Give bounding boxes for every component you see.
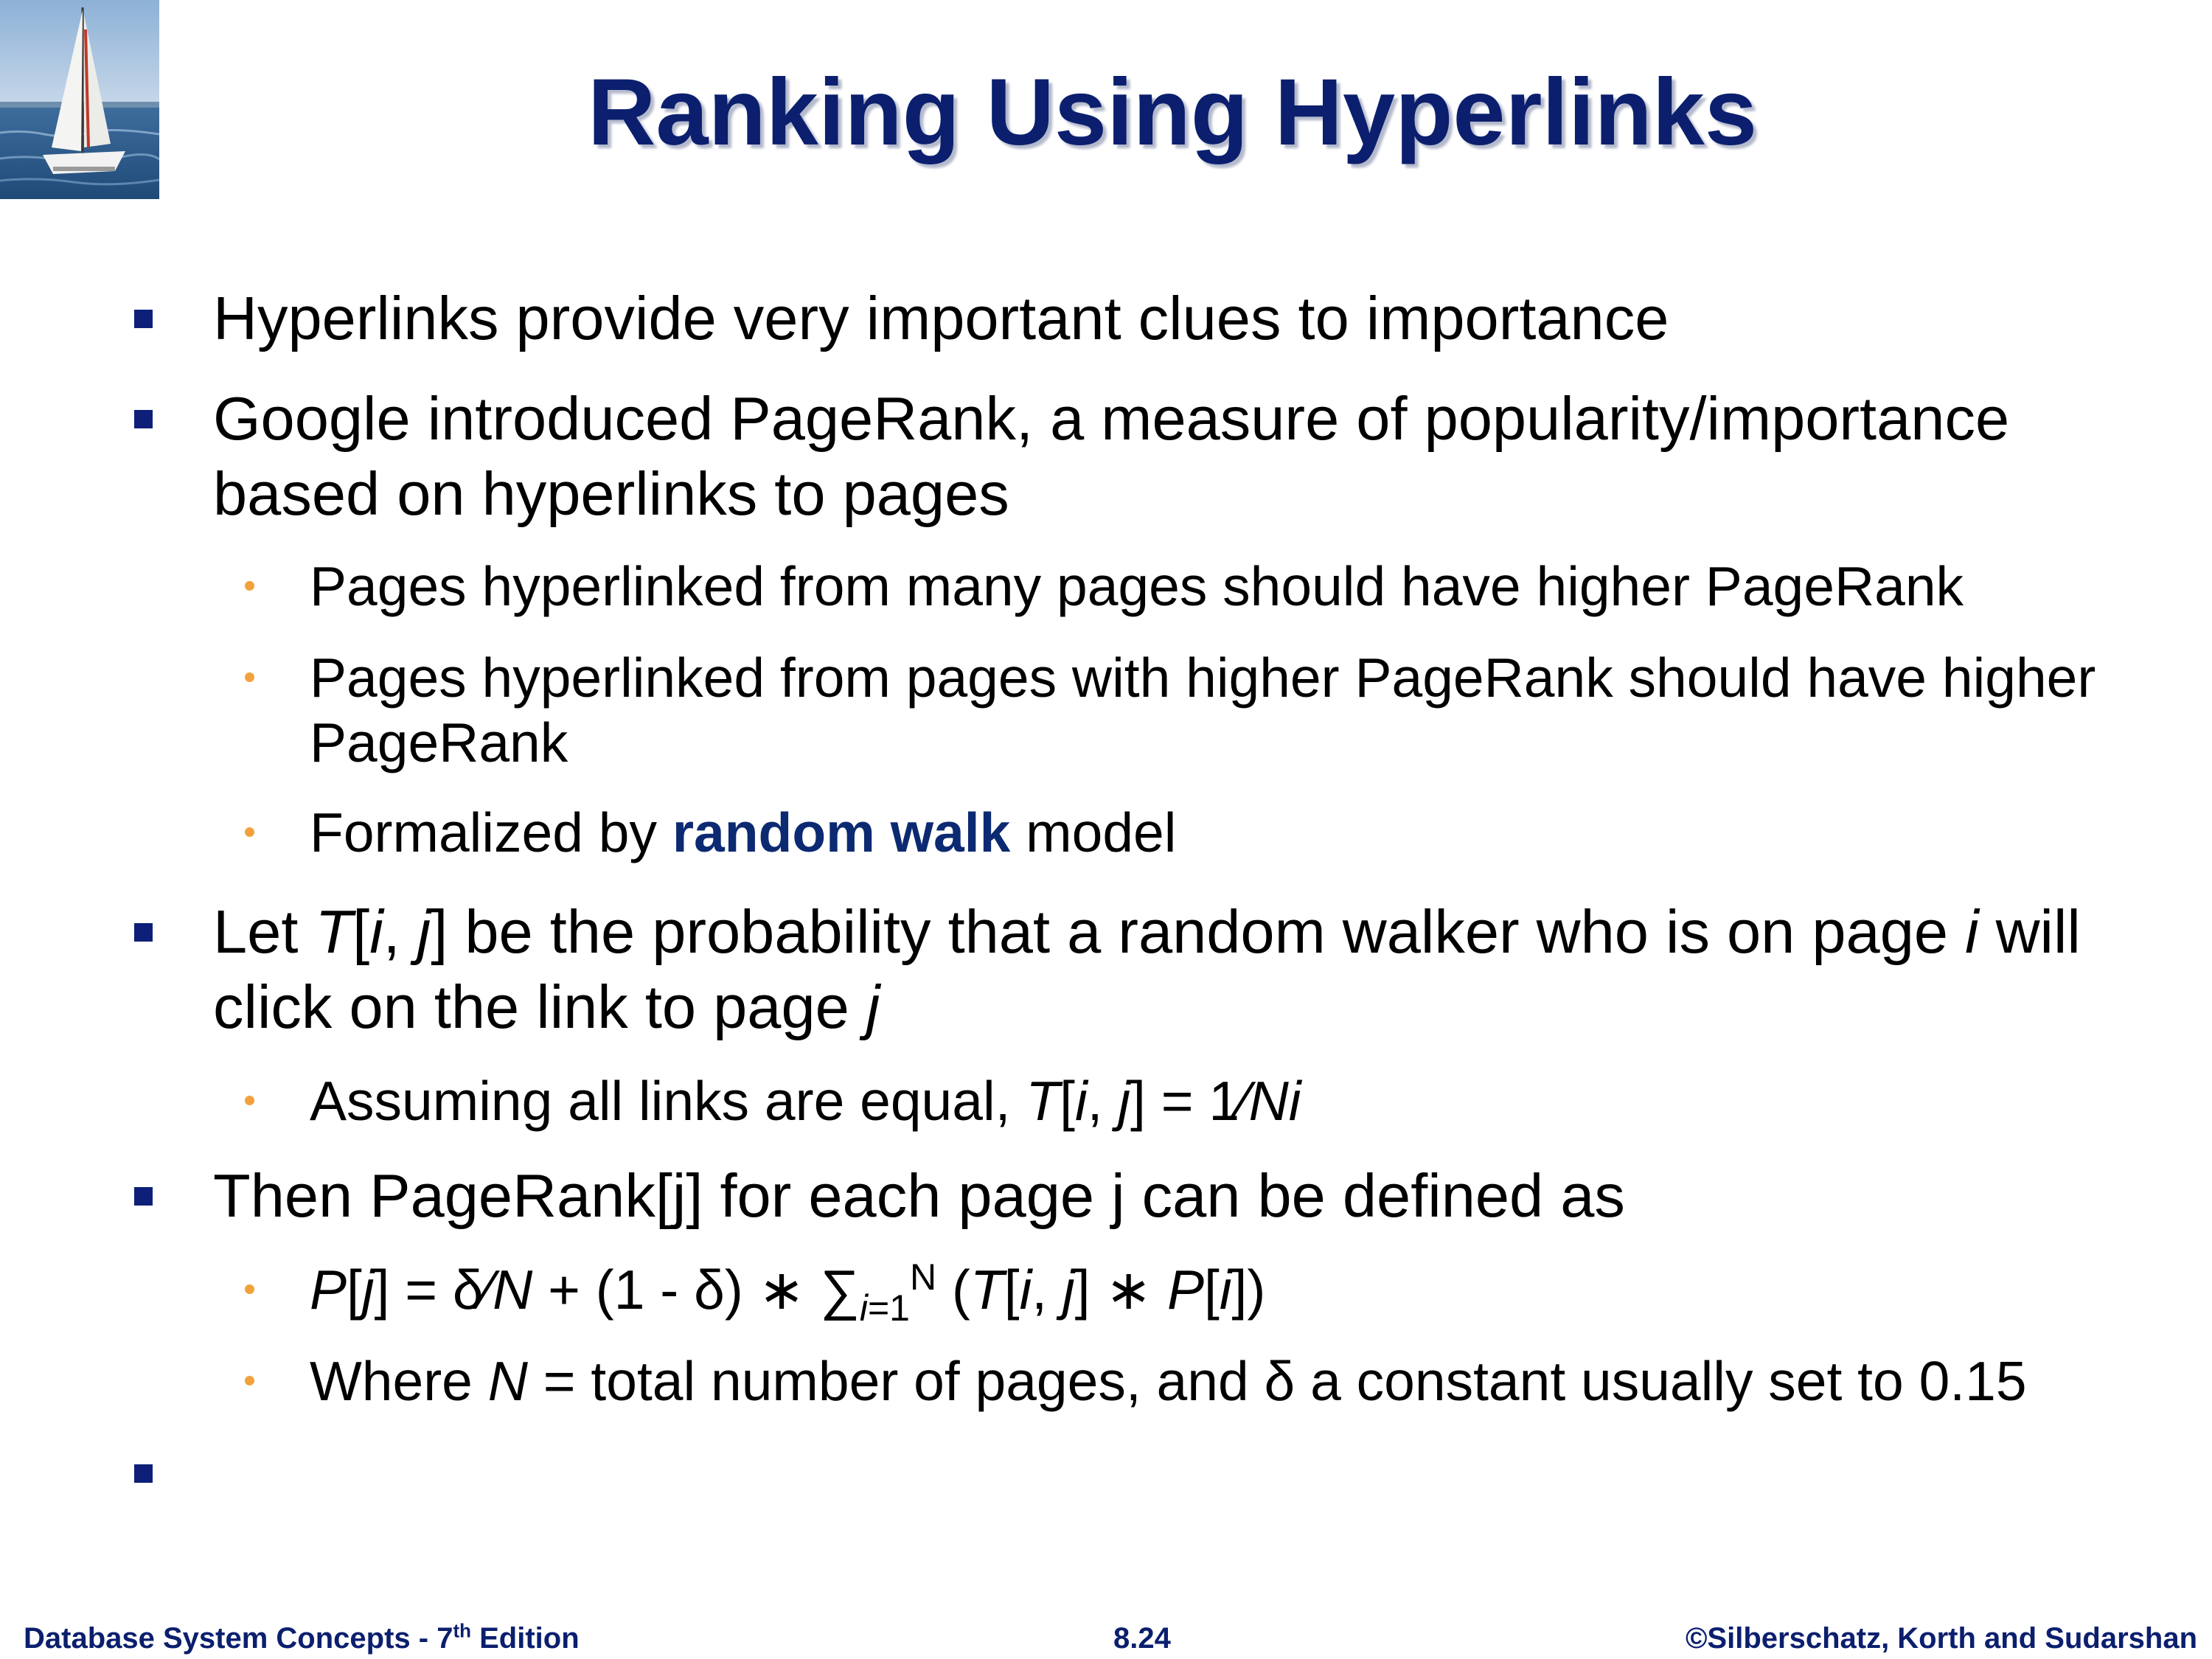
sub-bullet-equal-links: Assuming all links are equal, T[i, j] = … (310, 1070, 1301, 1132)
bullet-square-icon (134, 410, 153, 428)
bullet-square-icon (134, 1464, 153, 1483)
bullet-pagerank-definition: Then PageRank[j] for each page j can be … (213, 1161, 1625, 1230)
random-walk-term: random walk (672, 801, 1011, 863)
sub-bullet-dot-icon (245, 1376, 254, 1385)
sub-bullet-many-pages: Pages hyperlinked from many pages should… (310, 555, 1964, 617)
sub-bullet-higher-pagerank-line1: Pages hyperlinked from pages with higher… (310, 647, 2096, 709)
footer-page-number: 8.24 (1113, 1622, 1171, 1655)
bullet-google-pagerank-line1: Google introduced PageRank, a measure of… (213, 384, 2010, 453)
slide-title: Ranking Using Hyperlinks (587, 60, 1758, 165)
bullet-square-icon (134, 310, 153, 328)
sub-bullet-dot-icon (245, 1096, 254, 1105)
bullet-square-icon (134, 923, 153, 942)
sub-bullet-random-walk: Formalized by random walk model (310, 801, 1177, 863)
sub-bullet-dot-icon (245, 581, 254, 591)
sub-bullet-dot-icon (245, 1284, 254, 1294)
sub-bullet-dot-icon (245, 827, 254, 837)
footer-copyright: ©Silberschatz, Korth and Sudarshan (1685, 1622, 2197, 1655)
bullet-hyperlinks-clues: Hyperlinks provide very important clues … (213, 284, 1669, 352)
bullet-google-pagerank-line2: based on hyperlinks to pages (213, 459, 1009, 528)
bullet-random-walker-line1: Let T[i, j] be the probability that a ra… (213, 897, 2081, 966)
sub-bullet-where-n: Where N = total number of pages, and δ a… (310, 1350, 2027, 1412)
sub-bullet-dot-icon (245, 672, 254, 682)
pagerank-formula: P[j] = δ⁄N + (1 - δ) ∗ ∑i=1N (T[i, j] ∗ … (310, 1256, 1266, 1329)
bullet-square-icon (134, 1187, 153, 1206)
footer-book-title: Database System Concepts - 7th Edition (24, 1619, 580, 1655)
sub-bullet-higher-pagerank-line2: PageRank (310, 712, 568, 773)
bullet-random-walker-line2: click on the link to page j (213, 973, 880, 1041)
